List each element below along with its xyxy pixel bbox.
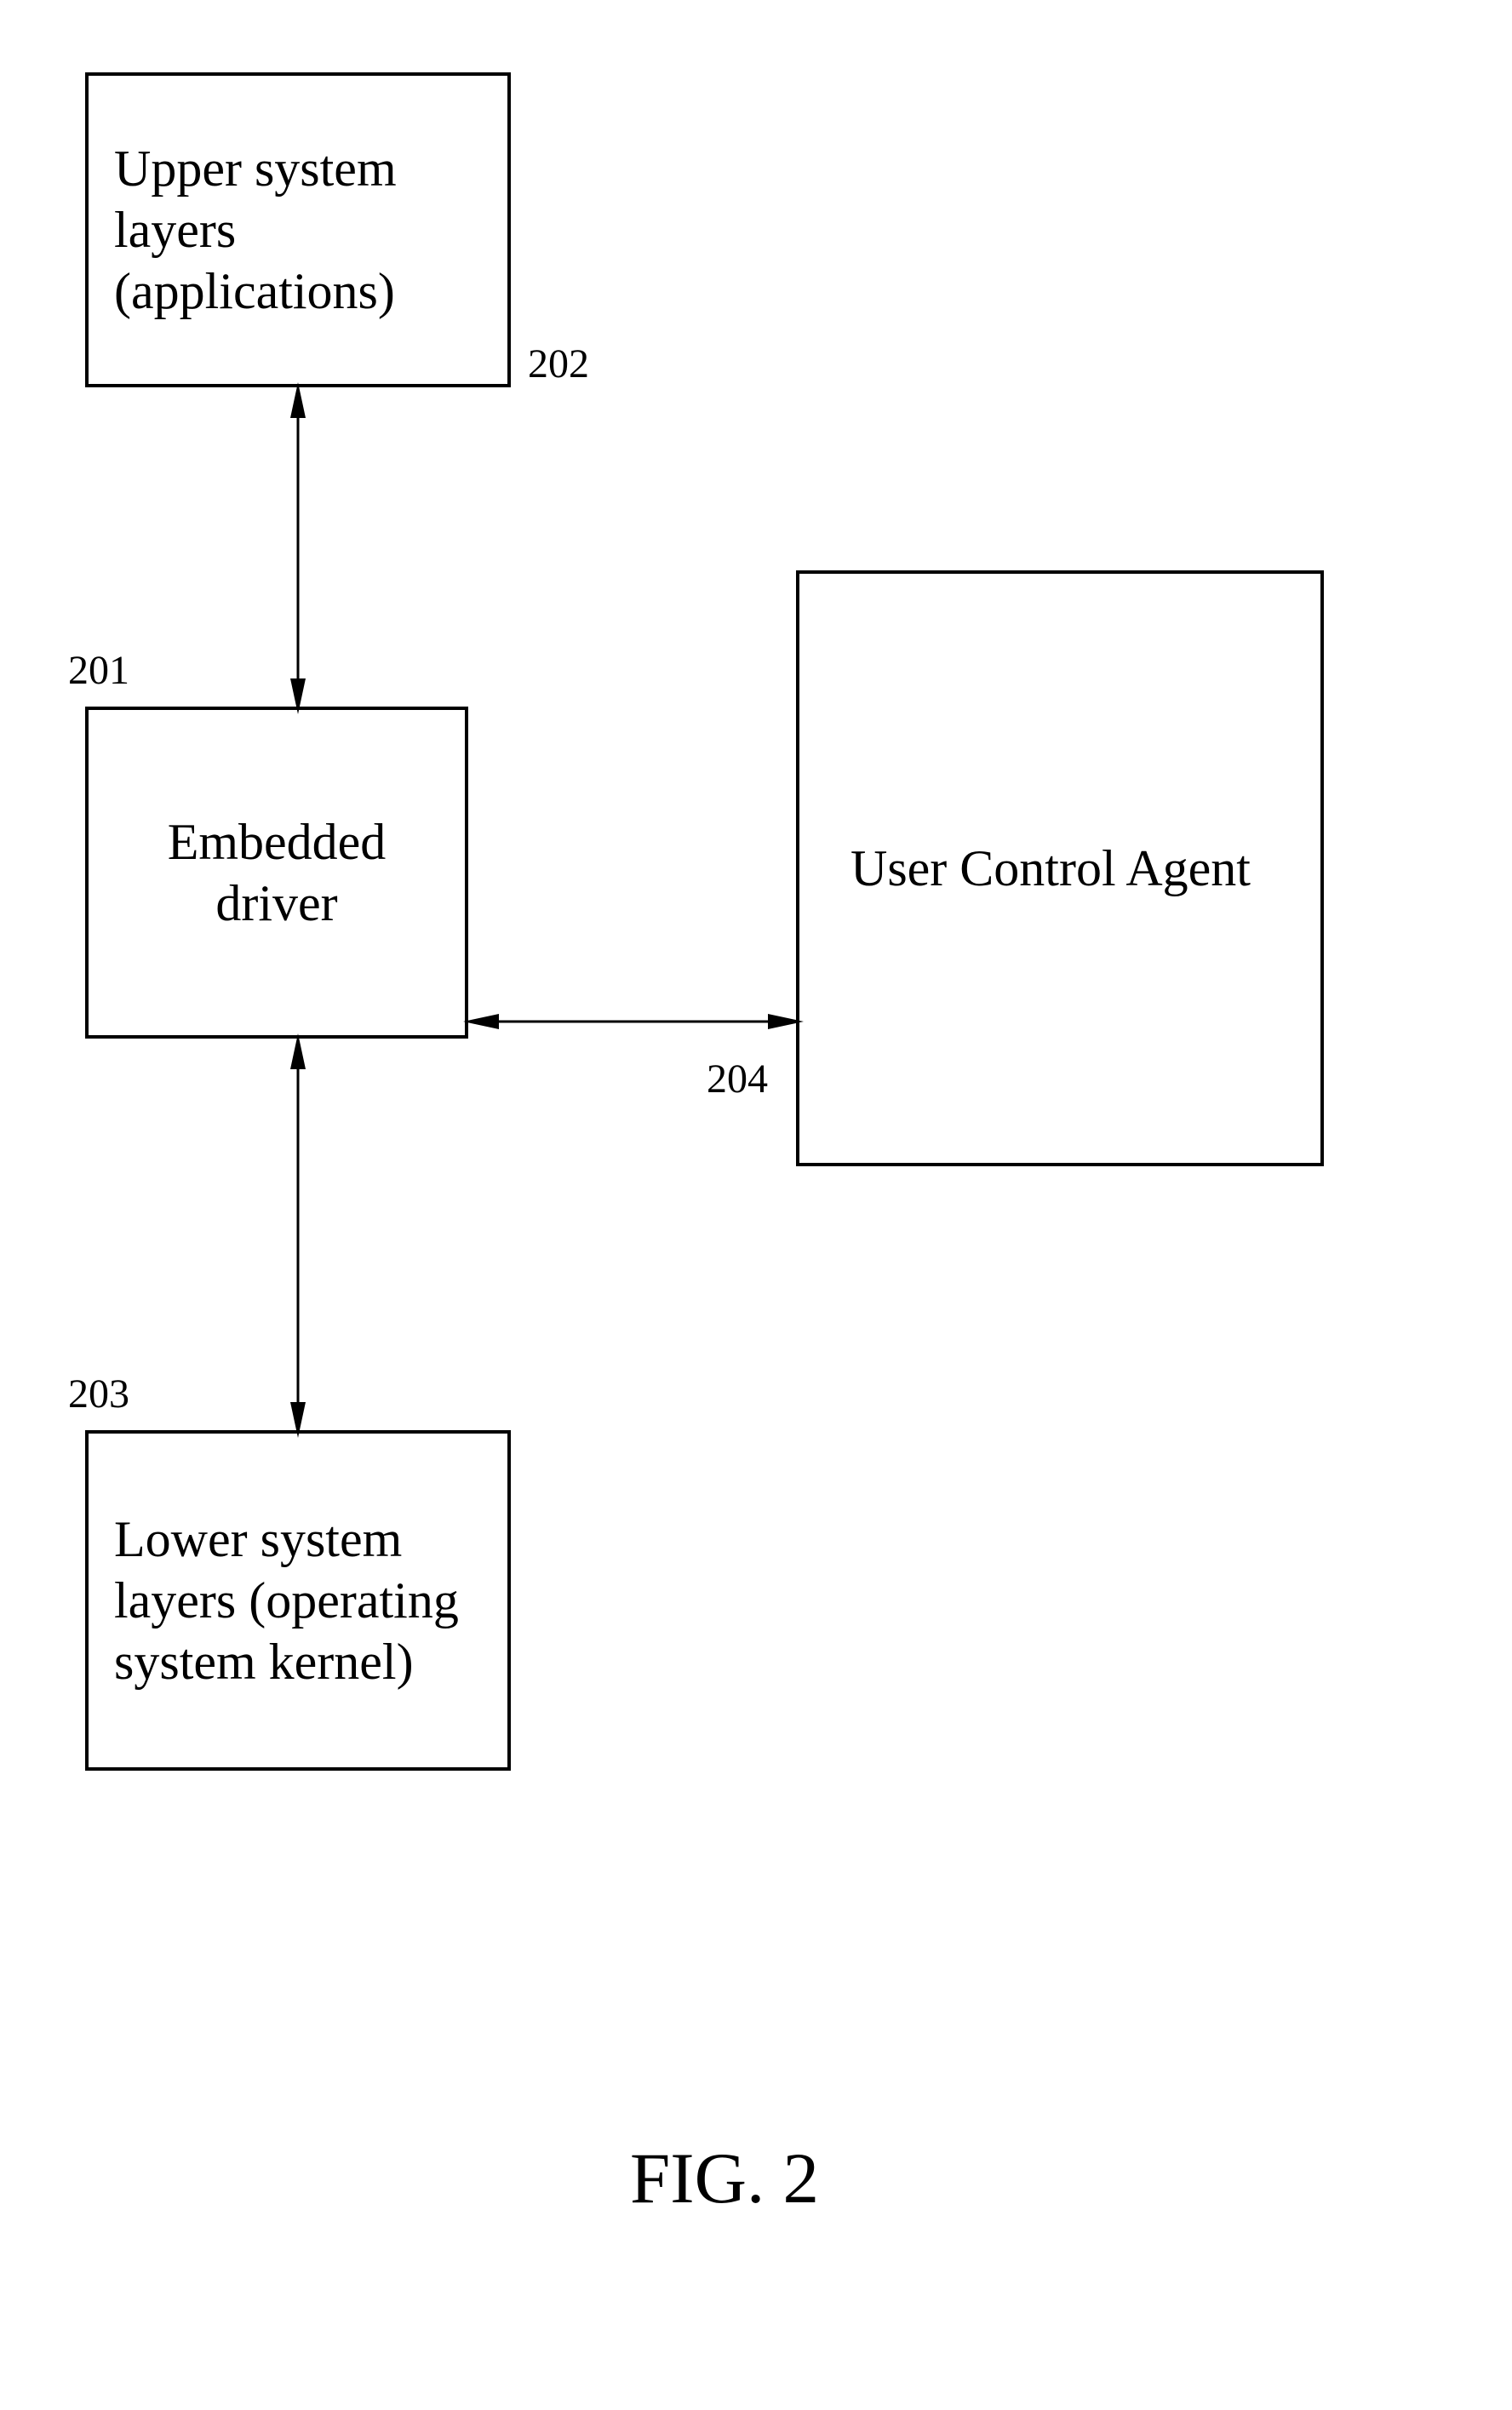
figure-caption: FIG. 2	[630, 2137, 819, 2220]
diagram-canvas: Upper system layers (applications) 202 E…	[0, 0, 1512, 2410]
connector-embedded-agent	[0, 0, 1512, 2410]
